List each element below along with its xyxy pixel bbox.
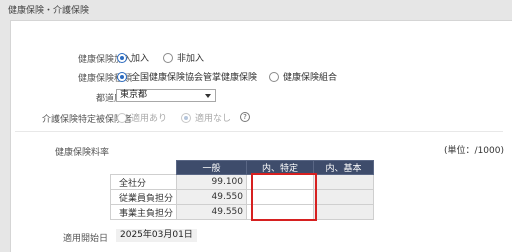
- prefecture-select[interactable]: 東京都: [116, 89, 216, 102]
- table-row: 事業主負担分 49.550: [110, 204, 374, 220]
- column-header-basic: 内、基本: [313, 160, 374, 175]
- option-label: 健康保険組合: [283, 73, 338, 83]
- general-rate-cell: 49.550: [176, 204, 247, 220]
- prefecture-selected-value: 東京都: [120, 90, 148, 100]
- row-label: 全社分: [110, 174, 177, 190]
- divider: [15, 131, 503, 132]
- health-insurance-join-option[interactable]: 加入: [117, 51, 149, 64]
- question-circle-icon[interactable]: ?: [240, 112, 250, 122]
- rates-unit-label: (単位：/1000): [444, 146, 504, 156]
- insurance-type-kyokai-option[interactable]: 全国健康保険協会管掌健康保険: [117, 70, 257, 83]
- table-row: 従業員負担分 49.550: [110, 189, 374, 205]
- rates-table: 一般 内、特定 内、基本 全社分 99.100 従業員負担分 49.550 事業…: [110, 160, 374, 220]
- section-header: 健康保険・介護保険: [0, 0, 512, 18]
- table-corner: [110, 160, 177, 175]
- radio-button[interactable]: [163, 52, 173, 63]
- radio-button[interactable]: [117, 71, 127, 82]
- radio-button[interactable]: [117, 112, 127, 123]
- radio-button[interactable]: [117, 52, 127, 63]
- radio-button[interactable]: [181, 112, 191, 123]
- general-rate-cell: 49.550: [176, 189, 247, 205]
- care-insurance-applicable-option[interactable]: 適用あり: [117, 111, 167, 124]
- option-label: 非加入: [177, 54, 205, 64]
- row-label: 従業員負担分: [110, 189, 177, 205]
- option-label: 適用なし: [195, 114, 232, 124]
- highlight-box: [251, 173, 317, 221]
- insurance-type-kumiai-option[interactable]: 健康保険組合: [269, 70, 337, 83]
- start-date-label: 適用開始日: [63, 234, 109, 244]
- option-label: 加入: [131, 54, 150, 64]
- option-label: 全国健康保険協会管掌健康保険: [131, 73, 258, 83]
- row-label: 事業主負担分: [110, 204, 177, 220]
- basic-rate-cell: [313, 204, 374, 220]
- radio-button[interactable]: [269, 71, 279, 82]
- chevron-down-icon: [205, 94, 211, 98]
- option-label: 適用あり: [131, 114, 168, 124]
- column-header-general: 一般: [176, 160, 247, 175]
- table-row: 全社分 99.100: [110, 174, 374, 190]
- start-date-value: 2025年03月01日: [116, 229, 197, 242]
- health-insurance-nonjoin-option[interactable]: 非加入: [163, 51, 204, 64]
- rates-label: 健康保険料率: [55, 148, 110, 158]
- care-insurance-not-applicable-option[interactable]: 適用なし: [181, 111, 231, 124]
- basic-rate-cell: [313, 189, 374, 205]
- general-rate-cell: 99.100: [176, 174, 247, 190]
- basic-rate-cell: [313, 174, 374, 190]
- section-title: 健康保険・介護保険: [8, 6, 90, 16]
- insurance-panel: 健康保険加入 加入 非加入 健康保険種類 全国健康保険協会管掌健康保険 健康保険…: [10, 20, 512, 252]
